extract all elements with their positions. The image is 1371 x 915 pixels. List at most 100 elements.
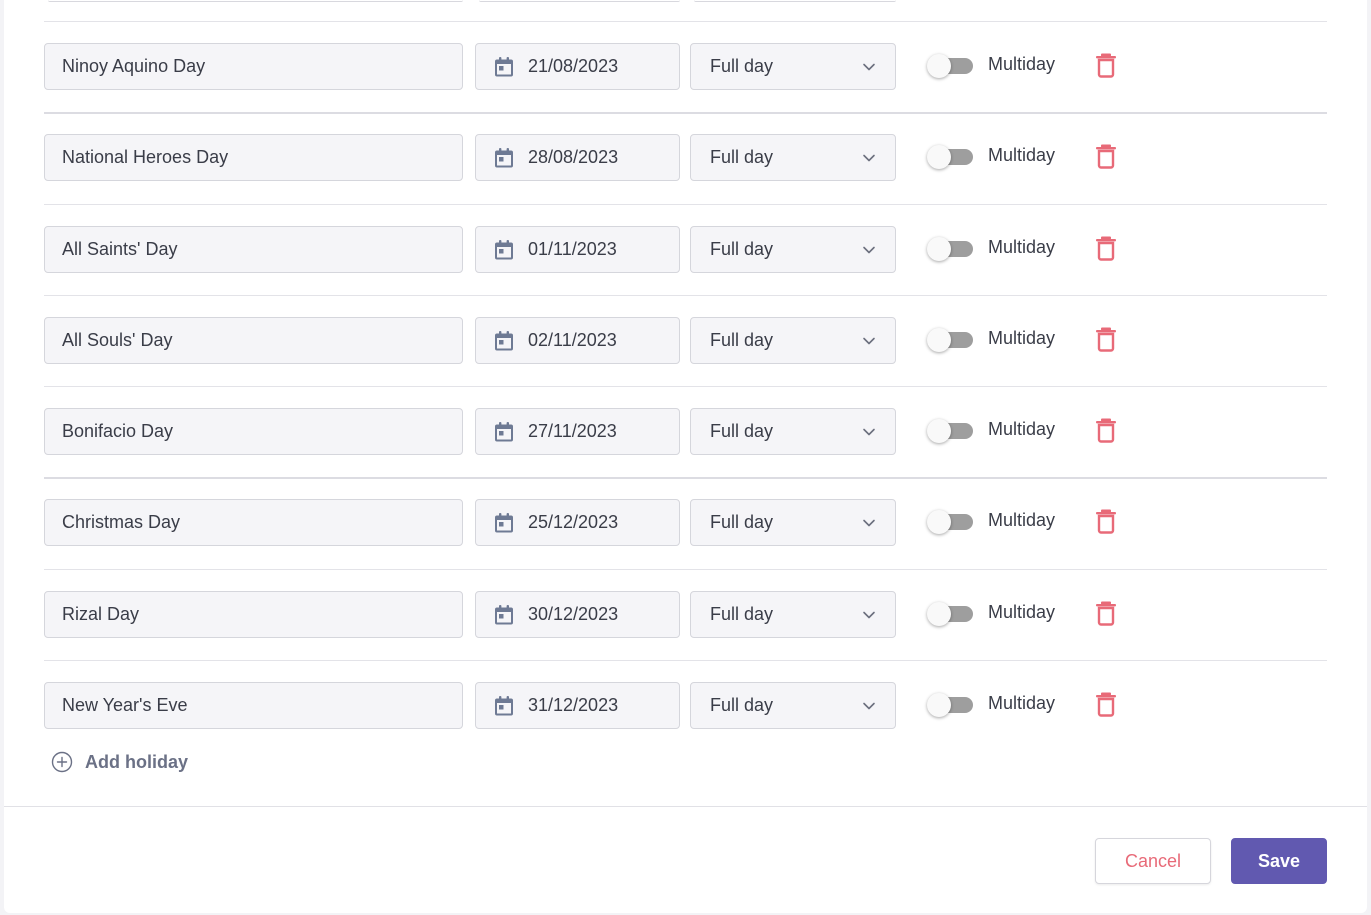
holiday-type-value: Full day [710,604,774,624]
holiday-row: 21/08/2023 Full day Multiday [44,43,1327,134]
holiday-row: 01/11/2023 Full day Multiday [44,226,1327,317]
multiday-toggle[interactable] [927,602,975,626]
trash-icon[interactable] [1094,691,1118,717]
calendar-icon [492,603,516,627]
trash-icon[interactable] [1094,52,1118,78]
multiday-label: Multiday [988,419,1056,439]
row-divider [44,386,1327,387]
prev-type-field-edge [694,0,896,2]
holiday-row: 25/12/2023 Full day Multiday [44,499,1327,590]
holiday-name-input[interactable] [44,499,463,546]
toggle-knob [927,328,951,352]
holiday-date-input[interactable]: 30/12/2023 [475,591,680,638]
row-divider [44,112,1327,114]
holiday-date-input[interactable]: 02/11/2023 [475,317,680,364]
holiday-date-value: 02/11/2023 [528,330,617,350]
holiday-name-input[interactable] [44,408,463,455]
holiday-date-value: 31/12/2023 [528,695,619,715]
trash-icon[interactable] [1094,417,1118,443]
multiday-toggle[interactable] [927,145,975,169]
holiday-type-value: Full day [710,239,774,259]
holiday-row: 30/12/2023 Full day Multiday [44,591,1327,682]
holiday-type-select[interactable]: Full day [690,408,896,455]
trash-icon[interactable] [1094,508,1118,534]
holiday-date-input[interactable]: 27/11/2023 [475,408,680,455]
holiday-name-input[interactable] [44,43,463,90]
holiday-date-input[interactable]: 31/12/2023 [475,682,680,729]
holidays-panel: 21/08/2023 Full day Multiday 28/08/2023 … [4,0,1367,913]
trash-icon[interactable] [1094,326,1118,352]
add-holiday-button[interactable]: Add holiday [51,751,188,773]
holiday-date-input[interactable]: 25/12/2023 [475,499,680,546]
holiday-type-value: Full day [710,421,774,441]
toggle-knob [927,237,951,261]
holiday-date-input[interactable]: 21/08/2023 [475,43,680,90]
prev-name-field-edge [48,0,463,2]
toggle-knob [927,602,951,626]
holiday-name-input[interactable] [44,682,463,729]
holiday-type-value: Full day [710,512,774,532]
holiday-date-value: 28/08/2023 [528,147,619,167]
holiday-date-input[interactable]: 28/08/2023 [475,134,680,181]
holiday-type-select[interactable]: Full day [690,317,896,364]
multiday-label: Multiday [988,693,1056,713]
trash-icon[interactable] [1094,235,1118,261]
row-divider [44,21,1327,22]
multiday-toggle[interactable] [927,510,975,534]
toggle-knob [927,510,951,534]
chevron-down-icon [862,243,876,257]
calendar-icon [492,420,516,444]
calendar-icon [492,511,516,535]
chevron-down-icon [862,608,876,622]
footer-divider [4,806,1367,807]
holiday-name-input[interactable] [44,317,463,364]
holiday-date-value: 25/12/2023 [528,512,619,532]
row-divider [44,295,1327,296]
chevron-down-icon [862,151,876,165]
add-holiday-label: Add holiday [85,751,188,772]
row-divider [44,204,1327,205]
holiday-name-input[interactable] [44,134,463,181]
holiday-row: 31/12/2023 Full day Multiday [44,682,1327,773]
holiday-type-select[interactable]: Full day [690,591,896,638]
holiday-type-value: Full day [710,330,774,350]
save-button[interactable]: Save [1231,838,1327,884]
holiday-row: 28/08/2023 Full day Multiday [44,134,1327,225]
trash-icon[interactable] [1094,143,1118,169]
multiday-label: Multiday [988,602,1056,622]
holiday-row: 27/11/2023 Full day Multiday [44,408,1327,499]
multiday-label: Multiday [988,145,1056,165]
multiday-toggle[interactable] [927,328,975,352]
holiday-name-input[interactable] [44,591,463,638]
calendar-icon [492,694,516,718]
trash-icon[interactable] [1094,600,1118,626]
holiday-type-select[interactable]: Full day [690,499,896,546]
plus-circle-icon [51,751,73,773]
calendar-icon [492,238,516,262]
holiday-date-input[interactable]: 01/11/2023 [475,226,680,273]
holiday-type-value: Full day [710,695,774,715]
holiday-type-select[interactable]: Full day [690,682,896,729]
row-divider [44,569,1327,570]
cancel-button[interactable]: Cancel [1095,838,1211,884]
holiday-type-select[interactable]: Full day [690,134,896,181]
calendar-icon [492,146,516,170]
row-divider [44,477,1327,479]
multiday-label: Multiday [988,328,1056,348]
multiday-toggle[interactable] [927,54,975,78]
holiday-date-value: 30/12/2023 [528,604,619,624]
multiday-toggle[interactable] [927,693,975,717]
calendar-icon [492,329,516,353]
chevron-down-icon [862,334,876,348]
holiday-type-select[interactable]: Full day [690,226,896,273]
chevron-down-icon [862,425,876,439]
holiday-date-value: 27/11/2023 [528,421,617,441]
toggle-knob [927,145,951,169]
multiday-toggle[interactable] [927,237,975,261]
holiday-name-input[interactable] [44,226,463,273]
holiday-date-value: 21/08/2023 [528,56,619,76]
chevron-down-icon [862,699,876,713]
holiday-type-select[interactable]: Full day [690,43,896,90]
multiday-toggle[interactable] [927,419,975,443]
holiday-type-value: Full day [710,147,774,167]
